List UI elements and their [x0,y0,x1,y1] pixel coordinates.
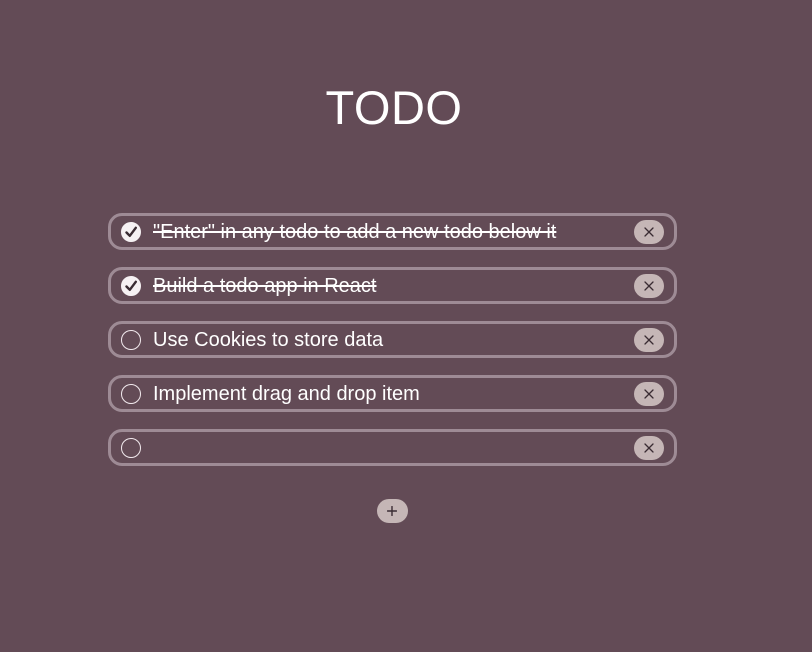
page-title: TODO [325,81,463,134]
todo-item [108,429,677,466]
todo-text[interactable]: Use Cookies to store data [153,327,618,353]
delete-button[interactable] [634,220,664,244]
delete-button[interactable] [634,436,664,460]
delete-button[interactable] [634,382,664,406]
todo-text[interactable]: Implement drag and drop item [153,381,618,407]
todo-item: Build a todo app in React [108,267,677,304]
todo-checkbox[interactable] [121,276,141,296]
todo-checkbox[interactable] [121,222,141,242]
check-icon [125,226,137,237]
delete-button[interactable] [634,274,664,298]
check-icon [125,280,137,291]
todo-item: Implement drag and drop item [108,375,677,412]
plus-icon [387,506,397,516]
todo-text[interactable]: Build a todo app in React [153,273,618,299]
close-icon [644,335,654,345]
todo-app: TODO "Enter" in any todo to add a new to… [0,0,812,652]
todo-checkbox[interactable] [121,384,141,404]
todo-text[interactable]: "Enter" in any todo to add a new todo be… [153,219,618,245]
todo-checkbox[interactable] [121,438,141,458]
close-icon [644,227,654,237]
todo-list: "Enter" in any todo to add a new todo be… [108,213,677,483]
close-icon [644,443,654,453]
todo-item: "Enter" in any todo to add a new todo be… [108,213,677,250]
todo-text[interactable] [153,435,618,461]
close-icon [644,281,654,291]
todo-checkbox[interactable] [121,330,141,350]
todo-item: Use Cookies to store data [108,321,677,358]
delete-button[interactable] [634,328,664,352]
add-todo-button[interactable] [377,499,408,523]
close-icon [644,389,654,399]
